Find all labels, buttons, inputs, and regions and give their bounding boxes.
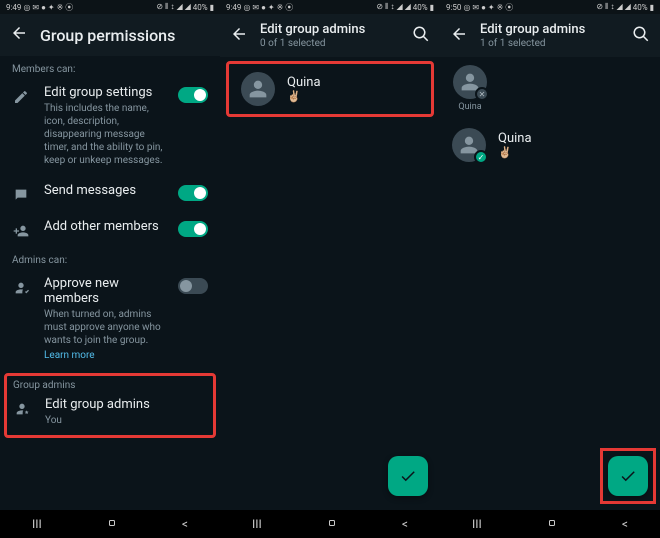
nav-home[interactable] xyxy=(326,517,338,532)
status-icons-left: ◎ ✉ ● ✦ ※ ⦿ xyxy=(23,2,73,13)
status-icons-right: ⊘ ⫴ ↕ ◢ ◢ xyxy=(156,2,190,12)
members-can-label: Members can: xyxy=(0,56,220,77)
status-icons-right: ⊘ ⫴ ↕ ◢ ◢ xyxy=(376,2,410,12)
chat-icon xyxy=(12,183,30,203)
content: Quina Quina ✌🏼 xyxy=(440,57,660,510)
admins-icon xyxy=(13,397,31,417)
avatar xyxy=(241,72,275,106)
approve-icon xyxy=(12,276,30,296)
row-title: Add other members xyxy=(44,219,164,234)
selected-strip: Quina xyxy=(440,57,660,120)
content: Members can: Edit group settings This in… xyxy=(0,56,220,510)
toggle-add-members[interactable] xyxy=(178,221,208,237)
android-nav: III < xyxy=(220,510,440,538)
header: Edit group admins 1 of 1 selected xyxy=(440,14,660,57)
avatar xyxy=(452,128,486,162)
nav-recents[interactable]: III xyxy=(32,517,42,531)
chip-name: Quina xyxy=(458,102,481,112)
contact-name: Quina xyxy=(287,75,321,90)
page-subtitle: 0 of 1 selected xyxy=(260,38,400,49)
page-subtitle: 1 of 1 selected xyxy=(480,38,620,49)
status-battery: 40% xyxy=(413,3,428,12)
row-title: Edit group settings xyxy=(44,85,164,100)
header: Group permissions xyxy=(0,14,220,56)
row-title: Send messages xyxy=(44,183,164,198)
battery-icon: ▮ xyxy=(650,3,654,12)
row-desc: This includes the name, icon, descriptio… xyxy=(44,102,164,167)
learn-more-link[interactable]: Learn more xyxy=(44,350,164,361)
person-add-icon xyxy=(12,219,30,239)
toggle-approve-members[interactable] xyxy=(178,278,208,294)
nav-home[interactable] xyxy=(546,517,558,532)
status-icons-left: ◎ ✉ ● ✦ ※ ⦿ xyxy=(463,2,513,13)
row-title: Edit group admins xyxy=(45,397,207,412)
status-bar: 9:50 ◎ ✉ ● ✦ ※ ⦿ ⊘ ⫴ ↕ ◢ ◢ 40% ▮ xyxy=(440,0,660,14)
android-nav: III < xyxy=(0,510,220,538)
highlight-edit-admins: Group admins Edit group admins You xyxy=(4,373,216,438)
page-title: Group permissions xyxy=(40,26,175,45)
status-time: 9:49 xyxy=(226,3,241,12)
status-bar: 9:49 ◎ ✉ ● ✦ ※ ⦿ ⊘ ⫴ ↕ ◢ ◢ 40% ▮ xyxy=(0,0,220,14)
contact-status: ✌🏼 xyxy=(287,90,321,103)
nav-back[interactable]: < xyxy=(182,517,188,531)
nav-home[interactable] xyxy=(106,517,118,532)
battery-icon: ▮ xyxy=(210,3,214,12)
row-add-members[interactable]: Add other members xyxy=(0,211,220,247)
screen-group-permissions: 9:49 ◎ ✉ ● ✦ ※ ⦿ ⊘ ⫴ ↕ ◢ ◢ 40% ▮ Group p… xyxy=(0,0,220,538)
screen-edit-admins-none-selected: 9:49 ◎ ✉ ● ✦ ※ ⦿ ⊘ ⫴ ↕ ◢ ◢ 40% ▮ Edit gr… xyxy=(220,0,440,538)
back-icon[interactable] xyxy=(230,25,248,47)
nav-back[interactable]: < xyxy=(402,517,408,531)
search-icon[interactable] xyxy=(632,25,650,47)
remove-icon[interactable] xyxy=(475,87,489,101)
back-icon[interactable] xyxy=(10,24,28,46)
nav-back[interactable]: < xyxy=(622,517,628,531)
toggle-edit-settings[interactable] xyxy=(178,87,208,103)
group-admins-label: Group admins xyxy=(11,378,209,395)
search-icon[interactable] xyxy=(412,25,430,47)
row-title: Approve new members xyxy=(44,276,164,306)
row-edit-group-admins[interactable]: Edit group admins You xyxy=(11,395,209,433)
selected-chip-quina[interactable]: Quina xyxy=(450,65,490,112)
back-icon[interactable] xyxy=(450,25,468,47)
nav-recents[interactable]: III xyxy=(472,517,482,531)
pencil-icon xyxy=(12,85,30,105)
status-battery: 40% xyxy=(193,3,208,12)
admins-can-label: Admins can: xyxy=(0,247,220,268)
check-icon xyxy=(474,150,488,164)
android-nav: III < xyxy=(440,510,660,538)
contact-row-quina[interactable]: Quina ✌🏼 xyxy=(229,64,431,114)
row-approve-members[interactable]: Approve new members When turned on, admi… xyxy=(0,268,220,369)
highlight-contact: Quina ✌🏼 xyxy=(226,61,434,117)
row-edit-group-settings[interactable]: Edit group settings This includes the na… xyxy=(0,77,220,175)
status-bar: 9:49 ◎ ✉ ● ✦ ※ ⦿ ⊘ ⫴ ↕ ◢ ◢ 40% ▮ xyxy=(220,0,440,14)
battery-icon: ▮ xyxy=(430,3,434,12)
contact-name: Quina xyxy=(498,131,532,146)
header: Edit group admins 0 of 1 selected xyxy=(220,14,440,57)
toggle-send-messages[interactable] xyxy=(178,185,208,201)
confirm-fab[interactable] xyxy=(608,456,648,496)
status-icons-right: ⊘ ⫴ ↕ ◢ ◢ xyxy=(596,2,630,12)
status-time: 9:50 xyxy=(446,3,461,12)
row-send-messages[interactable]: Send messages xyxy=(0,175,220,211)
confirm-fab[interactable] xyxy=(388,456,428,496)
contact-status: ✌🏼 xyxy=(498,146,532,159)
content: Quina ✌🏼 xyxy=(220,57,440,510)
contact-row-quina[interactable]: Quina ✌🏼 xyxy=(440,120,660,170)
page-title: Edit group admins xyxy=(260,22,400,37)
nav-recents[interactable]: III xyxy=(252,517,262,531)
row-desc: When turned on, admins must approve anyo… xyxy=(44,308,164,347)
status-time: 9:49 xyxy=(6,3,21,12)
avatar xyxy=(453,65,487,99)
status-battery: 40% xyxy=(633,3,648,12)
status-icons-left: ◎ ✉ ● ✦ ※ ⦿ xyxy=(243,2,293,13)
row-sub: You xyxy=(45,414,207,427)
screen-edit-admins-one-selected: 9:50 ◎ ✉ ● ✦ ※ ⦿ ⊘ ⫴ ↕ ◢ ◢ 40% ▮ Edit gr… xyxy=(440,0,660,538)
page-title: Edit group admins xyxy=(480,22,620,37)
